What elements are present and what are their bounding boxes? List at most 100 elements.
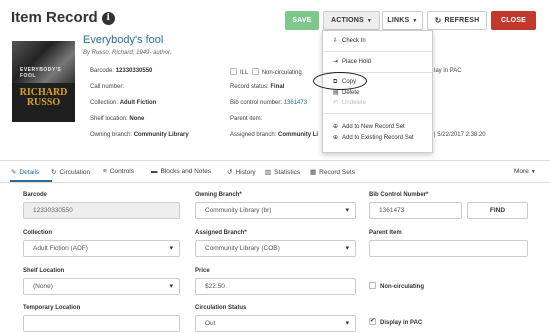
tab-statistics[interactable]: ▥ Statistics [265, 168, 300, 176]
tab-blocks-notes-label: Blocks and Notes [160, 168, 212, 175]
circulation-status-select-value: Out [205, 320, 216, 327]
find-button[interactable]: FIND [467, 202, 528, 219]
menu-item-check-in[interactable]: ⇩ Check In [333, 37, 366, 44]
non-circulating-form-label: Non-circulating [380, 284, 425, 290]
price-field[interactable]: $22.50 [195, 278, 356, 295]
summary-assigned-branch: Assigned branch: Community Li [230, 132, 318, 138]
close-label: CLOSE [500, 17, 527, 24]
bib-control-number-field[interactable]: 1361473 [369, 202, 462, 219]
assigned-branch-select[interactable]: Community Library (COB) [195, 240, 356, 257]
refresh-icon: ↻ [434, 16, 442, 25]
tab-circulation[interactable]: ↻ Circulation [51, 168, 90, 176]
tab-history[interactable]: ↺ History [227, 168, 256, 176]
temporary-location-field[interactable] [23, 315, 180, 332]
summary-assigned-branch-label: Assigned branch: [230, 132, 277, 138]
refresh-button[interactable]: ↻ REFRESH [427, 11, 487, 30]
menu-divider [323, 51, 432, 52]
tab-more-label: More [514, 168, 529, 175]
undo-icon: ↶ [333, 100, 339, 106]
chart-icon: ▥ [265, 169, 272, 176]
display-in-pac-toggle[interactable]: Display in PAC [369, 317, 423, 326]
collection-label: Collection [23, 230, 53, 236]
assigned-branch-label: Assigned Branch* [195, 230, 247, 236]
collection-select[interactable]: Adult Fiction (ADF) [23, 240, 180, 257]
close-button[interactable]: CLOSE [491, 11, 536, 30]
menu-item-add-existing-record-set[interactable]: ⊕ Add to Existing Record Set [333, 134, 414, 141]
tab-record-sets-label: Record Sets [319, 169, 355, 176]
bib-control-number-label: Bib Control Number* [369, 192, 429, 198]
cover-author-last: RUSSO [26, 97, 61, 108]
shelf-location-select-value: (None) [33, 283, 53, 290]
tab-record-sets[interactable]: ▦ Record Sets [310, 168, 355, 176]
chevron-down-icon: ▼ [530, 169, 536, 175]
summary-parent-item: Parent item: [230, 116, 262, 122]
divider [0, 160, 550, 161]
info-icon[interactable]: i [101, 12, 115, 25]
tab-more[interactable]: More ▼ [514, 168, 536, 175]
tab-details[interactable]: ✎ Details [11, 168, 39, 176]
barcode-field-value: 12330330550 [33, 207, 73, 214]
summary-record-status: Record status: Final [230, 84, 284, 90]
record-set-icon: ⊕ [333, 135, 339, 141]
parent-item-label: Parent Item [369, 230, 402, 236]
owning-branch-label: Owning Branch* [195, 192, 242, 198]
actions-dropdown-menu: ⇩ Check In ⇥ Place Hold ⧉ Copy ▤ Delete ↶ Und… [322, 30, 433, 153]
circulation-status-label: Circulation Status [195, 305, 247, 311]
owning-branch-select[interactable]: Community Library (br) [195, 202, 356, 219]
non-circulating-form-checkbox[interactable] [369, 282, 376, 289]
summary-shelf-location-label: Shelf location: [90, 116, 128, 122]
summary-owning-branch: Owning branch: Community Library [90, 132, 189, 138]
menu-item-add-new-record-set-label: Add to New Record Set [342, 124, 405, 130]
summary-record-status-label: Record status: [230, 84, 269, 90]
chevron-down-icon: ▼ [366, 17, 373, 24]
menu-item-undelete: ↶ Undelete [333, 99, 366, 106]
summary-collection-label: Collection: [90, 100, 119, 106]
actions-button[interactable]: ACTIONS ▼ [323, 11, 380, 30]
chevron-down-icon: ▼ [412, 17, 418, 24]
tab-controls-label: Controls [109, 168, 135, 175]
summary-flags: ILL Non-circulating [230, 68, 302, 76]
assigned-branch-select-value: Community Library (COB) [205, 245, 280, 252]
display-in-pac-label: Display in PAC [380, 320, 423, 326]
summary-call-number-label: Call number: [90, 84, 125, 90]
tab-controls[interactable]: ≡ Controls [103, 168, 134, 175]
record-sets-icon: ▦ [310, 169, 317, 176]
collection-select-value: Adult Fiction (ADF) [33, 245, 88, 252]
menu-item-add-existing-record-set-label: Add to Existing Record Set [342, 135, 414, 141]
cover-title: EVERYBODY'S FOOL [20, 67, 62, 79]
circulation-status-select[interactable]: Out [195, 315, 356, 332]
tab-statistics-label: Statistics [274, 169, 301, 176]
non-circulating-toggle[interactable]: Non-circulating [369, 282, 424, 290]
barcode-field: 12330330550 [23, 202, 180, 219]
parent-item-field[interactable] [369, 240, 528, 257]
summary-bib-control-label: Bib control number: [230, 100, 283, 106]
links-button[interactable]: LINKS ▼ [382, 11, 423, 30]
save-button[interactable]: SAVE [285, 11, 319, 30]
tab-blocks-notes[interactable]: ▬ Blocks and Notes [151, 168, 211, 175]
menu-item-delete[interactable]: ▤ Delete [333, 89, 359, 96]
shelf-location-select[interactable]: (None) [23, 278, 180, 295]
bib-control-number-value: 1361473 [379, 207, 405, 214]
ill-label: ILL [240, 70, 249, 76]
summary-barcode-value: 12330330550 [115, 68, 153, 74]
menu-item-add-new-record-set[interactable]: ⊕ Add to New Record Set [333, 123, 405, 130]
menu-item-place-hold[interactable]: ⇥ Place Hold [333, 58, 371, 65]
menu-item-delete-label: Delete [342, 90, 360, 96]
menu-item-check-in-label: Check In [342, 38, 366, 44]
notes-icon: ▬ [151, 168, 158, 175]
actions-label: ACTIONS [330, 17, 364, 24]
owning-branch-select-value: Community Library (br) [205, 207, 272, 214]
summary-parent-item-label: Parent item: [230, 116, 263, 122]
book-title-link[interactable]: Everybody's fool [83, 34, 163, 46]
ill-checkbox [230, 68, 237, 75]
menu-divider [323, 113, 432, 114]
refresh-label: REFRESH [444, 17, 480, 24]
non-circulating-checkbox [251, 68, 259, 75]
book-cover-image: EVERYBODY'S FOOL RICHARD RUSSO [12, 41, 75, 122]
history-icon: ↺ [227, 169, 233, 176]
bib-control-link[interactable]: 1361473 [284, 100, 307, 106]
summary-assigned-branch-value: Community Li [278, 132, 319, 138]
display-in-pac-checkbox[interactable] [369, 317, 376, 325]
non-circulating-label: Non-circulating [261, 70, 302, 76]
shelf-location-label: Shelf Location [23, 268, 65, 274]
